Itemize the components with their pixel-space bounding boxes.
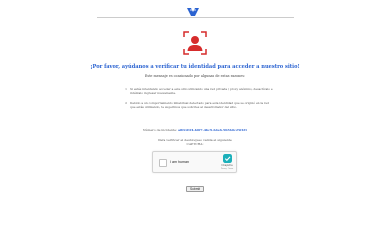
incident-line: Número de incidente: a8f2d1f4-b0f7-4bc9-…: [0, 128, 390, 132]
incident-label: Número de incidente:: [142, 128, 178, 132]
captcha-instruction: Para verificar el desbloqueo valida el s…: [158, 138, 232, 146]
list-item-text: Debido a un comportamiento inhabitual de…: [130, 101, 269, 109]
page-title: ¡Por favor, ayúdanos a verificar tu iden…: [90, 64, 300, 70]
captcha-checkbox[interactable]: [159, 159, 167, 167]
header-divider: [97, 17, 294, 18]
submit-button[interactable]: Submit: [186, 186, 204, 192]
user-identity-scan-icon: [183, 31, 207, 55]
list-item: 2 Debido a un comportamiento inhabitual …: [124, 101, 274, 110]
list-item-number: 1: [125, 87, 127, 91]
list-item-text: Si estás intentando acceder a este sitio…: [130, 87, 273, 95]
captcha-checkbox-label: I am human: [170, 160, 189, 164]
list-item-number: 2: [125, 101, 127, 105]
captcha-widget: I am human hCaptcha Privacy · Terms: [152, 151, 237, 173]
ukrainian-trident-logo-icon: [187, 8, 199, 16]
captcha-links[interactable]: Privacy · Terms: [217, 168, 237, 170]
list-item: 1 Si estás intentando acceder a este sit…: [124, 87, 274, 96]
hcaptcha-logo-icon: [223, 154, 232, 163]
captcha-brand: hCaptcha: [221, 164, 233, 167]
incident-id: a8f2d1f4-b0f7-4bc9-b4e6-9b5b0c25f4f1: [178, 128, 248, 132]
reasons-intro: Este mensaje es ocasionado por algunas d…: [144, 74, 246, 78]
